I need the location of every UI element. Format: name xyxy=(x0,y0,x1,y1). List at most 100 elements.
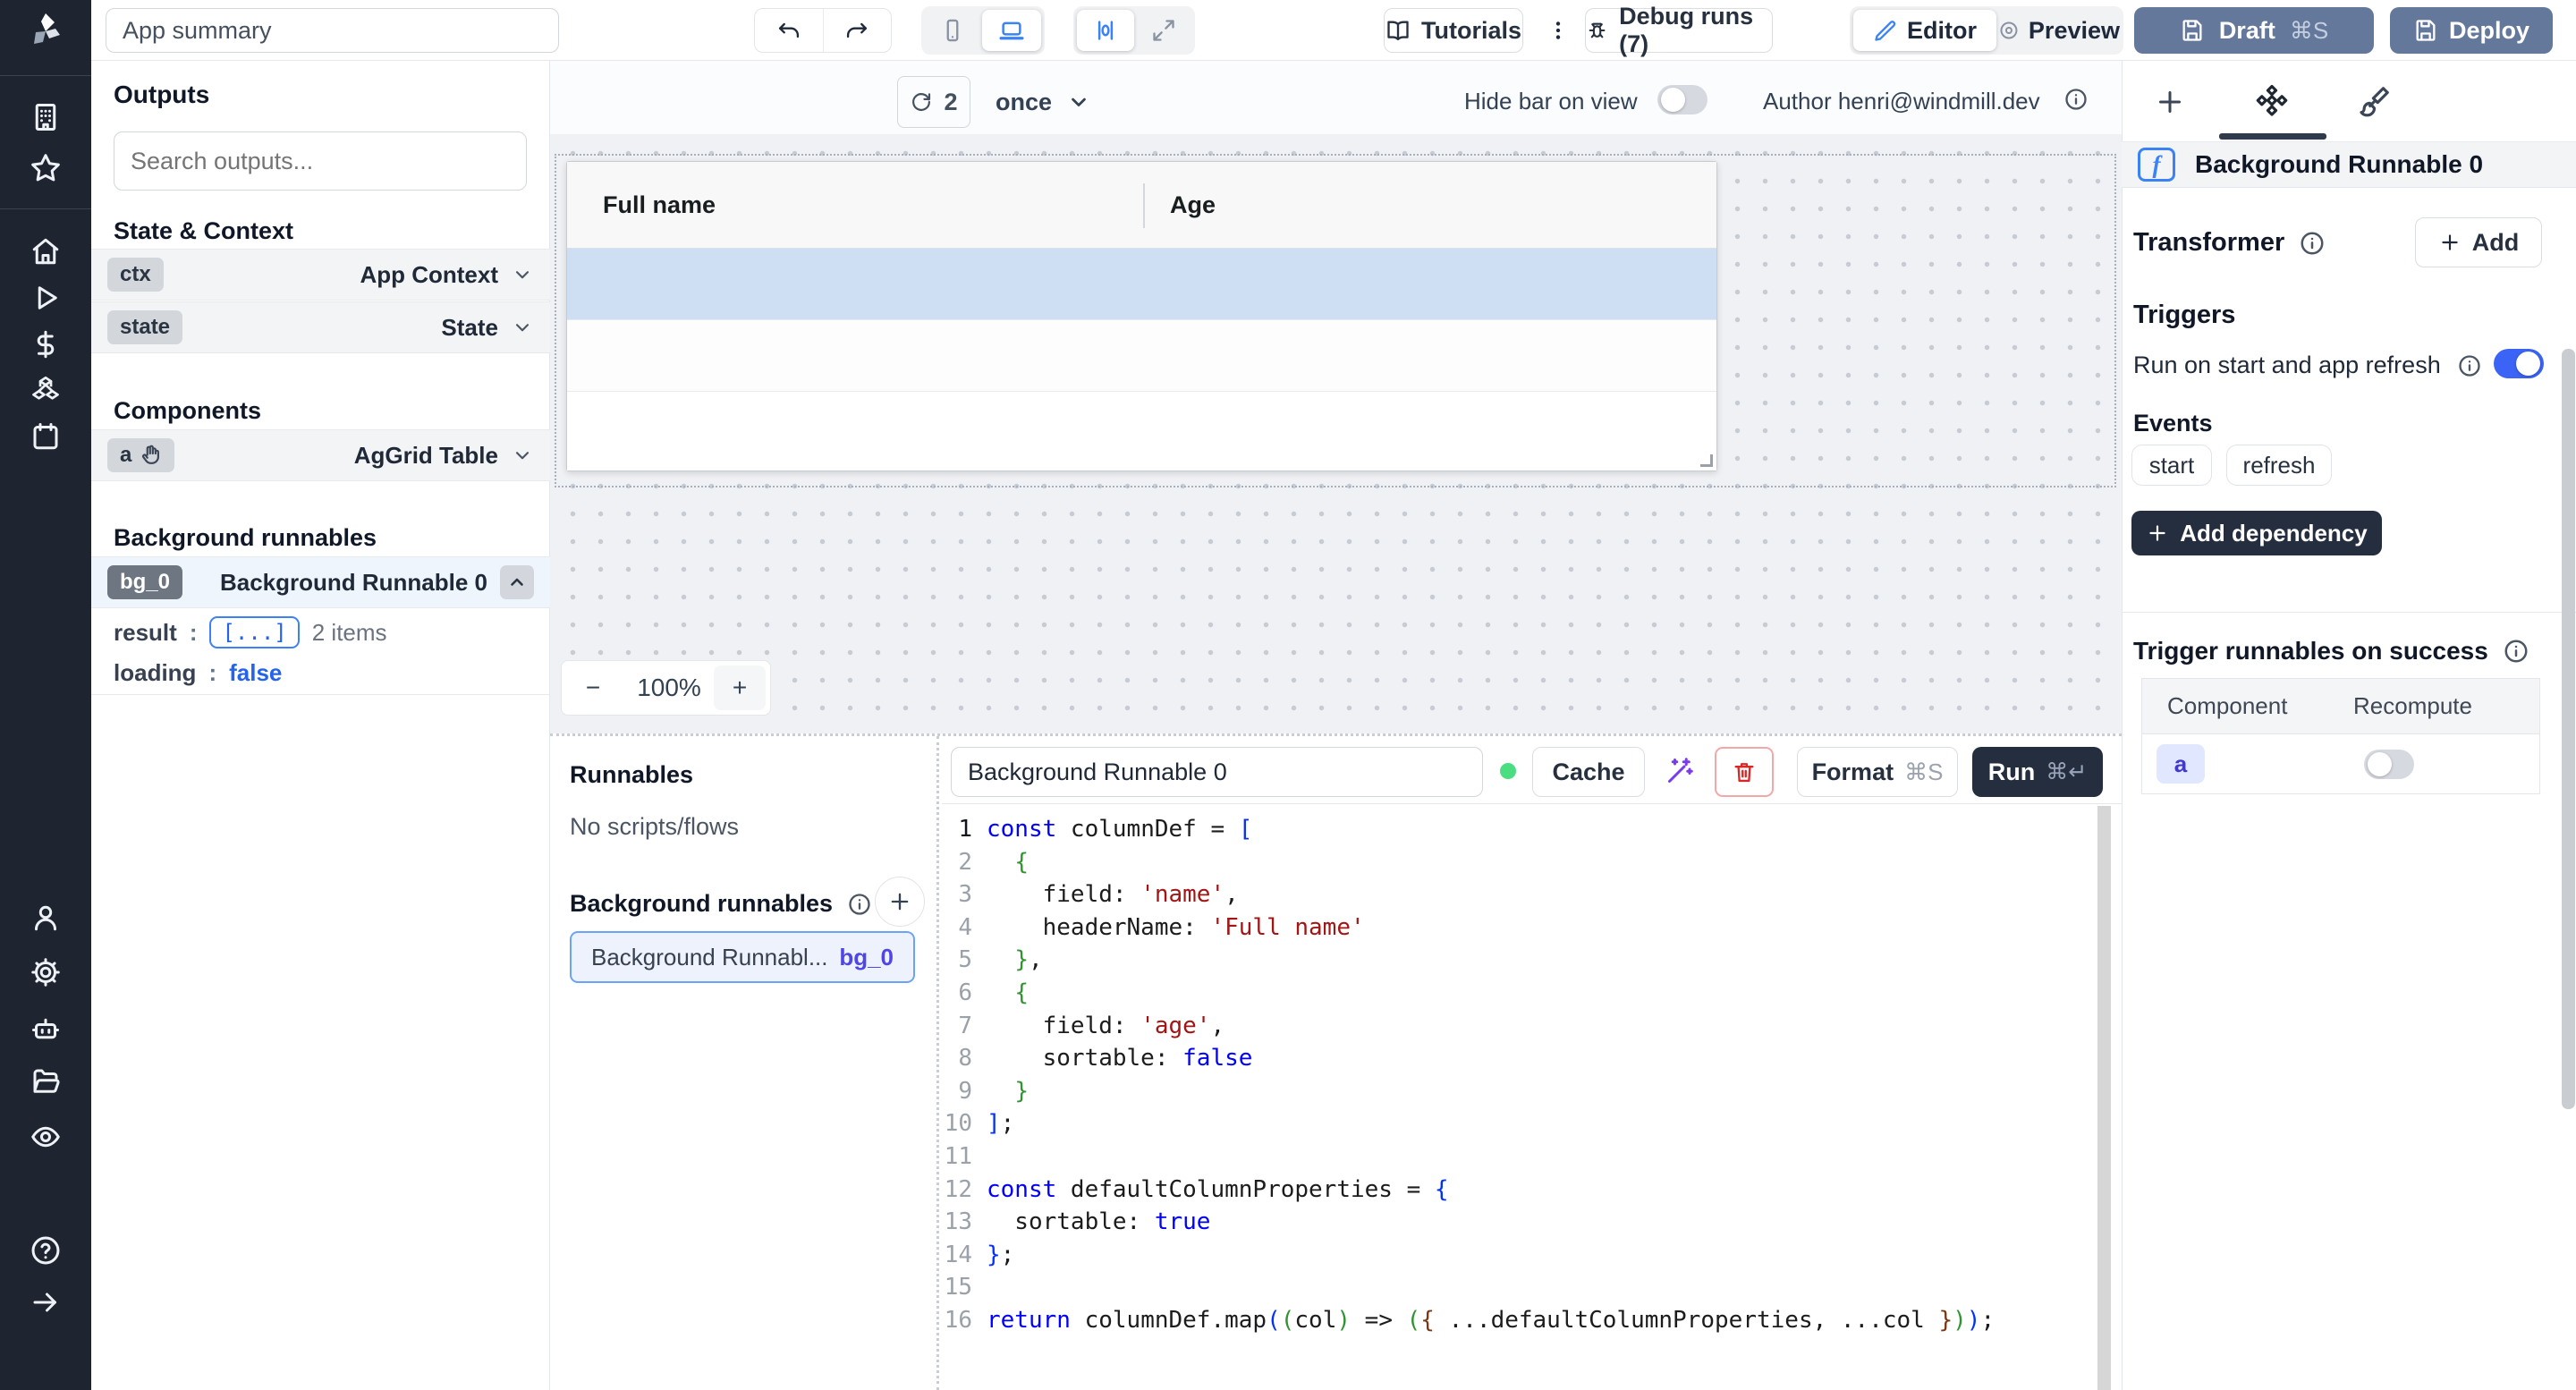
add-background-runnable-button[interactable] xyxy=(875,877,925,927)
hide-bar-toggle[interactable] xyxy=(1657,85,1707,114)
favorites-star-icon[interactable] xyxy=(30,152,62,184)
table-column-age[interactable]: Age xyxy=(1170,191,1216,219)
frequency-dropdown[interactable]: once xyxy=(987,76,1100,128)
bg0-output-details: result : [...] 2 items loading : false xyxy=(91,609,550,695)
code-scrollbar[interactable] xyxy=(2097,806,2111,1390)
run-button[interactable]: Run ⌘↵ xyxy=(1972,747,2103,797)
component-settings-tab[interactable] xyxy=(2253,82,2291,120)
function-icon: f xyxy=(2138,148,2175,182)
draft-button[interactable]: Draft ⌘S xyxy=(2134,7,2374,54)
workers-robot-icon[interactable] xyxy=(30,1013,62,1045)
table-row-selected[interactable] xyxy=(567,249,1716,320)
center-content-button[interactable] xyxy=(1077,10,1134,51)
chevron-up-icon[interactable] xyxy=(500,565,534,599)
runnable-item-bg0[interactable]: Background Runnabl... bg_0 xyxy=(570,931,915,983)
state-type-label: State xyxy=(441,314,498,342)
redo-icon[interactable] xyxy=(824,9,892,52)
add-transformer-button[interactable]: Add xyxy=(2415,217,2542,267)
ctx-chip: ctx xyxy=(107,258,164,292)
chevron-down-icon xyxy=(511,444,534,467)
collapse-arrow-right-icon[interactable] xyxy=(30,1286,62,1318)
status-dot xyxy=(1500,763,1516,779)
deploy-button[interactable]: Deploy xyxy=(2390,7,2553,54)
editor-tab-label: Editor xyxy=(1907,17,1977,45)
app-summary-input[interactable] xyxy=(106,8,559,53)
zoom-in-button[interactable]: + xyxy=(714,665,766,710)
recompute-toggle[interactable] xyxy=(2364,750,2414,779)
search-outputs-input[interactable] xyxy=(114,131,527,191)
events-title: Events xyxy=(2133,410,2213,437)
refresh-button[interactable]: 2 xyxy=(897,76,970,128)
ai-wand-icon[interactable] xyxy=(1663,756,1695,788)
output-row-bg0[interactable]: bg_0 Background Runnable 0 xyxy=(91,556,550,608)
app-canvas[interactable]: Full name Age xyxy=(550,134,2122,733)
code-editor-panel: Cache Format ⌘S Run ⌘↵ 123456789101 xyxy=(942,736,2122,1390)
format-shortcut: ⌘S xyxy=(1904,759,1943,786)
event-chip-start[interactable]: start xyxy=(2131,445,2212,486)
desktop-view-button[interactable] xyxy=(982,10,1041,51)
aggrid-table-component[interactable]: Full name Age xyxy=(566,161,1717,471)
code-content: const columnDef = [ { field: 'name', hea… xyxy=(987,813,1995,1337)
output-row-ctx[interactable]: ctx App Context xyxy=(91,249,550,301)
preview-tab[interactable]: Preview xyxy=(1998,10,2120,51)
editor-tab[interactable]: Editor xyxy=(1853,10,1996,51)
undo-icon[interactable] xyxy=(755,9,824,52)
fullscreen-icon[interactable] xyxy=(1136,10,1191,51)
format-button[interactable]: Format ⌘S xyxy=(1797,747,1958,797)
result-expand-chip[interactable]: [...] xyxy=(209,616,299,648)
windmill-logo-icon[interactable] xyxy=(24,11,67,54)
component-a-badge[interactable]: a xyxy=(2157,744,2205,784)
delete-runnable-button[interactable] xyxy=(1715,747,1774,797)
table-row[interactable] xyxy=(567,392,1716,470)
plus-icon xyxy=(2438,231,2462,254)
run-on-start-toggle[interactable] xyxy=(2494,349,2544,378)
folders-icon[interactable] xyxy=(30,1065,62,1098)
chevron-down-icon xyxy=(511,263,534,286)
panel-scrollbar[interactable] xyxy=(2562,349,2575,1109)
more-options-kebab-icon[interactable] xyxy=(1540,13,1576,48)
state-chip: state xyxy=(107,310,182,344)
tutorials-label: Tutorials xyxy=(1421,17,1521,45)
output-row-state[interactable]: state State xyxy=(91,301,550,353)
debug-runs-label: Debug runs (7) xyxy=(1619,3,1772,58)
transformer-header: Transformer xyxy=(2133,228,2326,258)
audit-eye-icon[interactable] xyxy=(30,1121,62,1153)
add-component-tab[interactable] xyxy=(2154,86,2186,118)
resize-handle[interactable] xyxy=(1700,454,1713,467)
state-context-title: State & Context xyxy=(114,217,293,245)
add-dependency-button[interactable]: Add dependency xyxy=(2131,511,2382,555)
deploy-label: Deploy xyxy=(2449,17,2529,45)
runs-play-icon[interactable] xyxy=(30,282,62,314)
code-editor[interactable]: 12345678910111213141516 const columnDef … xyxy=(942,806,2122,1390)
mobile-view-button[interactable] xyxy=(925,10,980,51)
schedules-calendar-icon[interactable] xyxy=(30,420,62,453)
styling-brush-tab[interactable] xyxy=(2358,84,2392,118)
table-row[interactable] xyxy=(567,320,1716,392)
runnable-name-input[interactable] xyxy=(951,747,1483,797)
zoom-level: 100% xyxy=(624,674,714,702)
chevron-down-icon xyxy=(1066,89,1091,114)
column-divider[interactable] xyxy=(1143,183,1145,228)
settings-gear-icon[interactable] xyxy=(30,956,62,988)
zoom-out-button[interactable]: − xyxy=(562,674,624,702)
home-icon[interactable] xyxy=(30,235,62,267)
component-a-chip: a xyxy=(107,438,174,472)
help-icon[interactable] xyxy=(30,1234,62,1267)
output-row-component-a[interactable]: a AgGrid Table xyxy=(91,429,550,481)
cache-button[interactable]: Cache xyxy=(1532,747,1645,797)
table-column-fullname[interactable]: Full name xyxy=(603,191,716,219)
runnables-empty-label: No scripts/flows xyxy=(570,813,739,841)
plus-icon xyxy=(2146,521,2169,545)
device-toggle-group xyxy=(921,6,1045,55)
author-info-icon[interactable] xyxy=(2063,87,2089,112)
variables-dollar-icon[interactable] xyxy=(30,328,62,360)
ctx-type-label: App Context xyxy=(360,261,498,289)
background-runnables-header: Background runnables xyxy=(570,890,872,918)
user-icon[interactable] xyxy=(30,902,62,934)
tutorials-button[interactable]: Tutorials xyxy=(1384,8,1523,53)
workspace-building-icon[interactable] xyxy=(30,101,62,133)
debug-runs-button[interactable]: Debug runs (7) xyxy=(1585,8,1773,53)
event-chip-refresh[interactable]: refresh xyxy=(2226,445,2332,486)
trigger-table-row: a xyxy=(2142,734,2539,793)
resources-boxes-icon[interactable] xyxy=(30,374,62,406)
